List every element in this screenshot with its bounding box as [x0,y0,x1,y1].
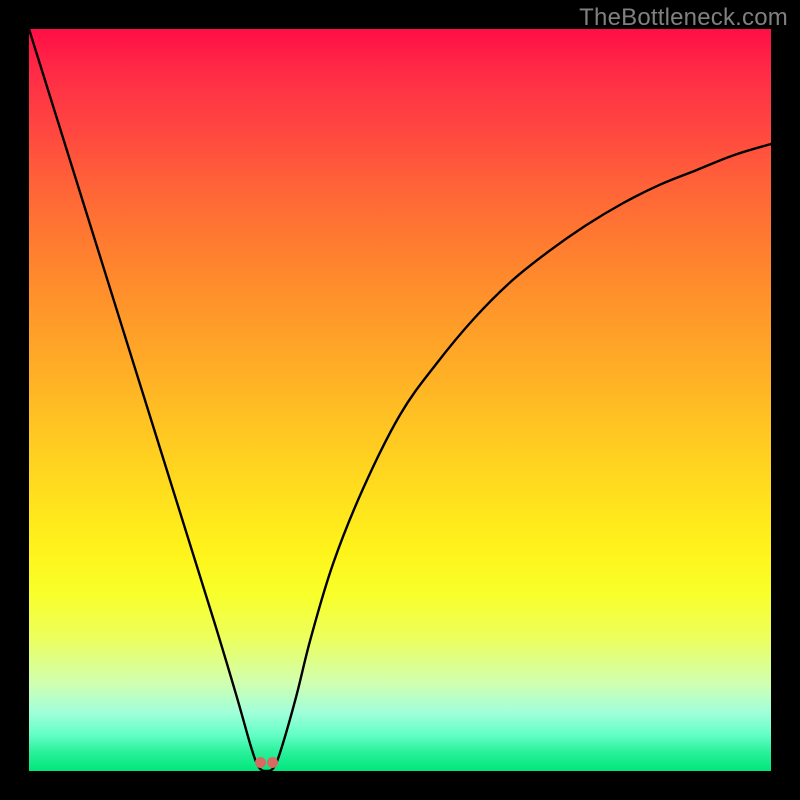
indicator-dot [255,757,266,768]
bottleneck-markers [255,757,278,768]
indicator-dot [267,757,278,768]
watermark-text: TheBottleneck.com [579,4,788,32]
bottleneck-curve [29,29,771,771]
plot-area [29,29,771,771]
chart-frame: TheBottleneck.com [0,0,800,800]
